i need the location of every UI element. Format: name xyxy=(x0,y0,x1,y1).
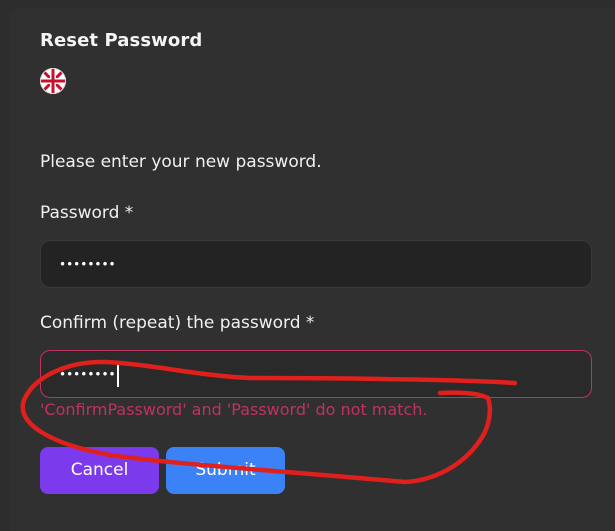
password-label: Password * xyxy=(40,203,134,223)
form-instruction: Please enter your new password. xyxy=(40,152,322,172)
confirm-password-label: Confirm (repeat) the password * xyxy=(40,313,315,333)
dialog-title: Reset Password xyxy=(40,30,203,51)
confirm-password-value: •••••••• xyxy=(59,367,116,382)
confirm-password-field[interactable]: •••••••• xyxy=(40,350,592,398)
password-value: •••••••• xyxy=(59,257,116,272)
uk-flag-icon[interactable] xyxy=(40,68,66,94)
cancel-button[interactable]: Cancel xyxy=(40,447,159,494)
text-caret xyxy=(116,362,119,387)
password-field[interactable]: •••••••• xyxy=(40,240,592,288)
submit-button[interactable]: Submit xyxy=(166,447,285,494)
confirm-password-error: 'ConfirmPassword' and 'Password' do not … xyxy=(40,400,428,419)
screen: Reset Password Please enter your new pas… xyxy=(0,0,615,531)
